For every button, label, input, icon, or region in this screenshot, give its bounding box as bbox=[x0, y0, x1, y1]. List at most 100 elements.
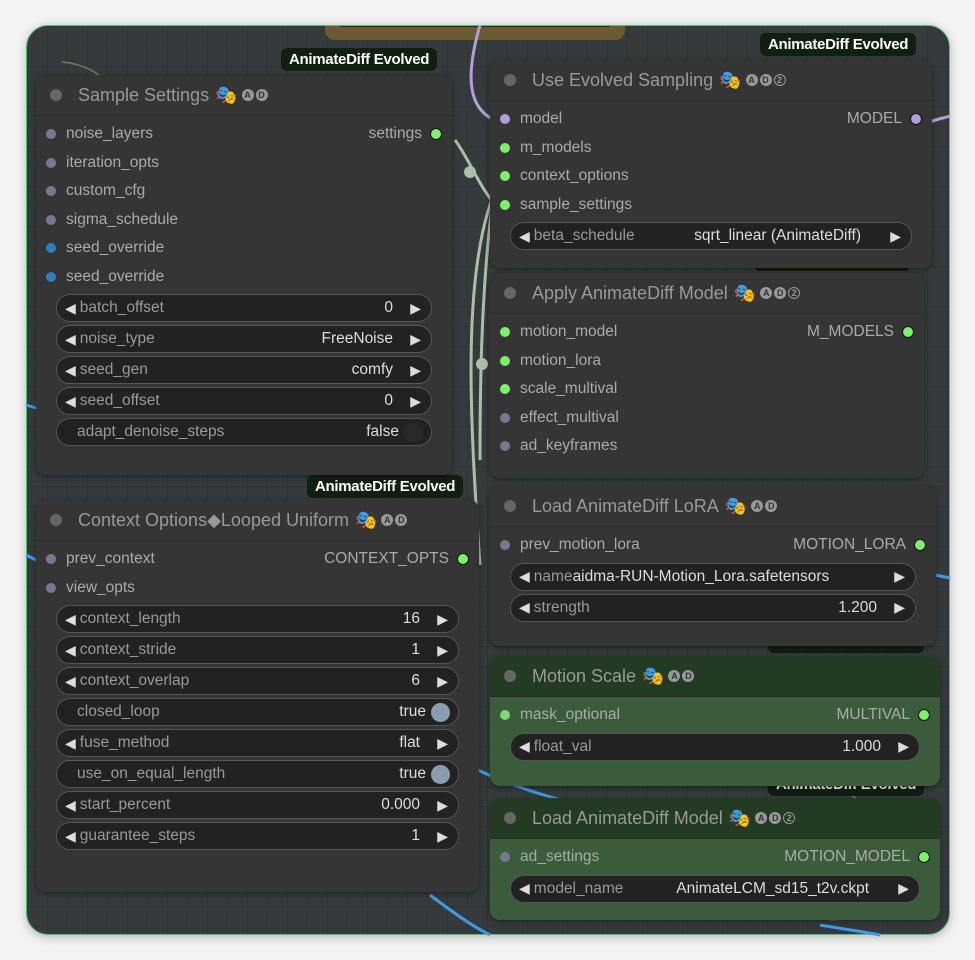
widget-adapt-denoise-steps[interactable]: adapt_denoise_steps false bbox=[56, 418, 432, 446]
widget-guarantee-steps[interactable]: ◀ guarantee_steps 1 ▶ bbox=[56, 822, 459, 850]
widget-batch-offset[interactable]: ◀ batch_offset 0 ▶ bbox=[56, 294, 432, 322]
decrement-arrow-icon[interactable]: ◀ bbox=[519, 568, 530, 585]
group-header[interactable] bbox=[325, 26, 625, 40]
input-slot-row[interactable]: motion_model M_MODELS bbox=[490, 318, 924, 347]
decrement-arrow-icon[interactable]: ◀ bbox=[65, 611, 76, 628]
widget-closed-loop[interactable]: closed_loop true bbox=[56, 698, 459, 726]
widget-fuse-method[interactable]: ◀ fuse_method flat ▶ bbox=[56, 729, 459, 757]
output-slot[interactable]: MODEL bbox=[847, 110, 922, 128]
widget-noise-type[interactable]: ◀ noise_type FreeNoise ▶ bbox=[56, 325, 432, 353]
increment-arrow-icon[interactable]: ▶ bbox=[437, 673, 448, 690]
widget-seed-offset[interactable]: ◀ seed_offset 0 ▶ bbox=[56, 387, 432, 415]
increment-arrow-icon[interactable]: ▶ bbox=[437, 735, 448, 752]
increment-arrow-icon[interactable]: ▶ bbox=[437, 828, 448, 845]
node-title-bar[interactable]: Load AnimateDiff Model 🎭 A D 2 bbox=[490, 798, 940, 839]
input-slot-row[interactable]: prev_motion_lora MOTION_LORA bbox=[490, 531, 936, 560]
decrement-arrow-icon[interactable]: ◀ bbox=[65, 642, 76, 659]
collapse-dot-icon[interactable] bbox=[504, 74, 516, 86]
increment-arrow-icon[interactable]: ▶ bbox=[410, 393, 421, 410]
input-slot-dot[interactable] bbox=[500, 710, 510, 721]
increment-arrow-icon[interactable]: ▶ bbox=[894, 568, 905, 585]
increment-arrow-icon[interactable]: ▶ bbox=[898, 880, 909, 897]
input-slot-row[interactable]: mask_optional MULTIVAL bbox=[490, 701, 940, 730]
output-slot-dot[interactable] bbox=[430, 128, 442, 141]
widget-name[interactable]: ◀ name aidma-RUN-Motion_Lora.safetensors ▶ bbox=[510, 562, 916, 591]
decrement-arrow-icon[interactable]: ◀ bbox=[65, 673, 76, 690]
input-slot-dot[interactable] bbox=[46, 214, 56, 225]
decrement-arrow-icon[interactable]: ◀ bbox=[65, 828, 76, 845]
node-context-options[interactable]: Context Options◆Looped Uniform 🎭 A Dprev_co… bbox=[36, 500, 479, 892]
decrement-arrow-icon[interactable]: ◀ bbox=[65, 331, 76, 348]
collapse-dot-icon[interactable] bbox=[50, 89, 62, 101]
increment-arrow-icon[interactable]: ▶ bbox=[437, 611, 448, 628]
collapse-dot-icon[interactable] bbox=[50, 514, 62, 526]
input-slot-row[interactable]: scale_multival bbox=[490, 375, 924, 404]
input-slot-dot[interactable] bbox=[46, 186, 56, 197]
input-slot-dot[interactable] bbox=[46, 129, 56, 140]
decrement-arrow-icon[interactable]: ◀ bbox=[519, 599, 530, 616]
output-slot-dot[interactable] bbox=[902, 326, 914, 339]
input-slot-dot[interactable] bbox=[500, 441, 510, 452]
input-slot-dot[interactable] bbox=[46, 157, 56, 168]
decrement-arrow-icon[interactable]: ◀ bbox=[519, 738, 530, 755]
output-slot-dot[interactable] bbox=[914, 539, 926, 552]
input-slot-dot[interactable] bbox=[500, 412, 510, 423]
input-slot-dot[interactable] bbox=[500, 355, 510, 366]
input-slot-row[interactable]: effect_multival bbox=[490, 404, 924, 433]
decrement-arrow-icon[interactable]: ◀ bbox=[519, 228, 530, 245]
increment-arrow-icon[interactable]: ▶ bbox=[437, 642, 448, 659]
input-slot-dot[interactable] bbox=[500, 540, 510, 551]
node-sample-settings[interactable]: Sample Settings 🎭 A D noise_layers settings it… bbox=[36, 75, 452, 475]
input-slot-dot[interactable] bbox=[46, 582, 56, 593]
input-slot-row[interactable]: sample_settings bbox=[490, 191, 932, 220]
input-slot-row[interactable]: custom_cfg bbox=[36, 177, 452, 206]
input-slot-row[interactable]: iteration_opts bbox=[36, 149, 452, 178]
increment-arrow-icon[interactable]: ▶ bbox=[894, 599, 905, 616]
input-slot-dot[interactable] bbox=[500, 171, 510, 182]
decrement-arrow-icon[interactable]: ◀ bbox=[65, 735, 76, 752]
node-apply-animatediff-model[interactable]: Apply AnimateDiff Model 🎭 A D 2 motion_model M… bbox=[490, 273, 924, 478]
decrement-arrow-icon[interactable]: ◀ bbox=[65, 362, 76, 379]
input-slot-row[interactable]: model MODEL bbox=[490, 105, 932, 134]
toggle-knob[interactable] bbox=[404, 422, 423, 442]
input-slot-row[interactable]: sigma_schedule bbox=[36, 206, 452, 235]
input-slot-dot[interactable] bbox=[500, 852, 510, 863]
widget-model-name[interactable]: ◀ model_name AnimateLCM_sd15_t2v.ckpt ▶ bbox=[510, 874, 920, 903]
collapse-dot-icon[interactable] bbox=[504, 500, 516, 512]
output-slot[interactable]: settings bbox=[369, 125, 442, 143]
node-title-bar[interactable]: Motion Scale 🎭 A D bbox=[490, 656, 940, 697]
output-slot[interactable]: CONTEXT_OPTS bbox=[324, 550, 469, 568]
input-slot-dot[interactable] bbox=[500, 199, 510, 210]
decrement-arrow-icon[interactable]: ◀ bbox=[519, 880, 530, 897]
widget-float-val[interactable]: ◀ float_val 1.000 ▶ bbox=[510, 732, 920, 761]
widget-strength[interactable]: ◀ strength 1.200 ▶ bbox=[510, 593, 916, 622]
increment-arrow-icon[interactable]: ▶ bbox=[410, 362, 421, 379]
collapse-dot-icon[interactable] bbox=[504, 287, 516, 299]
output-slot-dot[interactable] bbox=[457, 553, 469, 566]
input-slot-row[interactable]: view_opts bbox=[36, 574, 479, 603]
increment-arrow-icon[interactable]: ▶ bbox=[410, 300, 421, 317]
input-slot-row[interactable]: ad_keyframes bbox=[490, 432, 924, 461]
input-slot-row[interactable]: m_models bbox=[490, 134, 932, 163]
node-title-bar[interactable]: Use Evolved Sampling 🎭 A D 2 bbox=[490, 60, 932, 101]
input-slot-dot[interactable] bbox=[500, 114, 510, 125]
node-title-bar[interactable]: Context Options◆Looped Uniform 🎭 A D bbox=[36, 500, 479, 541]
input-slot-dot[interactable] bbox=[500, 327, 510, 338]
input-slot-row[interactable]: ad_settings MOTION_MODEL bbox=[490, 843, 940, 872]
increment-arrow-icon[interactable]: ▶ bbox=[437, 797, 448, 814]
widget-use-on-equal-length[interactable]: use_on_equal_length true bbox=[56, 760, 459, 788]
increment-arrow-icon[interactable]: ▶ bbox=[890, 228, 901, 245]
output-slot-dot[interactable] bbox=[910, 113, 922, 126]
widget-start-percent[interactable]: ◀ start_percent 0.000 ▶ bbox=[56, 791, 459, 819]
widget-beta-schedule[interactable]: ◀ beta_schedule sqrt_linear (AnimateDiff) ▶ bbox=[510, 222, 912, 250]
decrement-arrow-icon[interactable]: ◀ bbox=[65, 300, 76, 317]
node-load-animatediff-model[interactable]: Load AnimateDiff Model 🎭 A D 2 ad_settings MOT… bbox=[490, 798, 940, 920]
collapse-dot-icon[interactable] bbox=[504, 812, 516, 824]
node-title-bar[interactable]: Apply AnimateDiff Model 🎭 A D 2 bbox=[490, 273, 924, 314]
output-slot[interactable]: MULTIVAL bbox=[837, 706, 930, 724]
node-title-bar[interactable]: Sample Settings 🎭 A D bbox=[36, 75, 452, 116]
input-slot-row[interactable]: noise_layers settings bbox=[36, 120, 452, 149]
collapse-dot-icon[interactable] bbox=[504, 670, 516, 682]
output-slot-dot[interactable] bbox=[918, 709, 930, 722]
input-slot-row[interactable]: context_options bbox=[490, 162, 932, 191]
